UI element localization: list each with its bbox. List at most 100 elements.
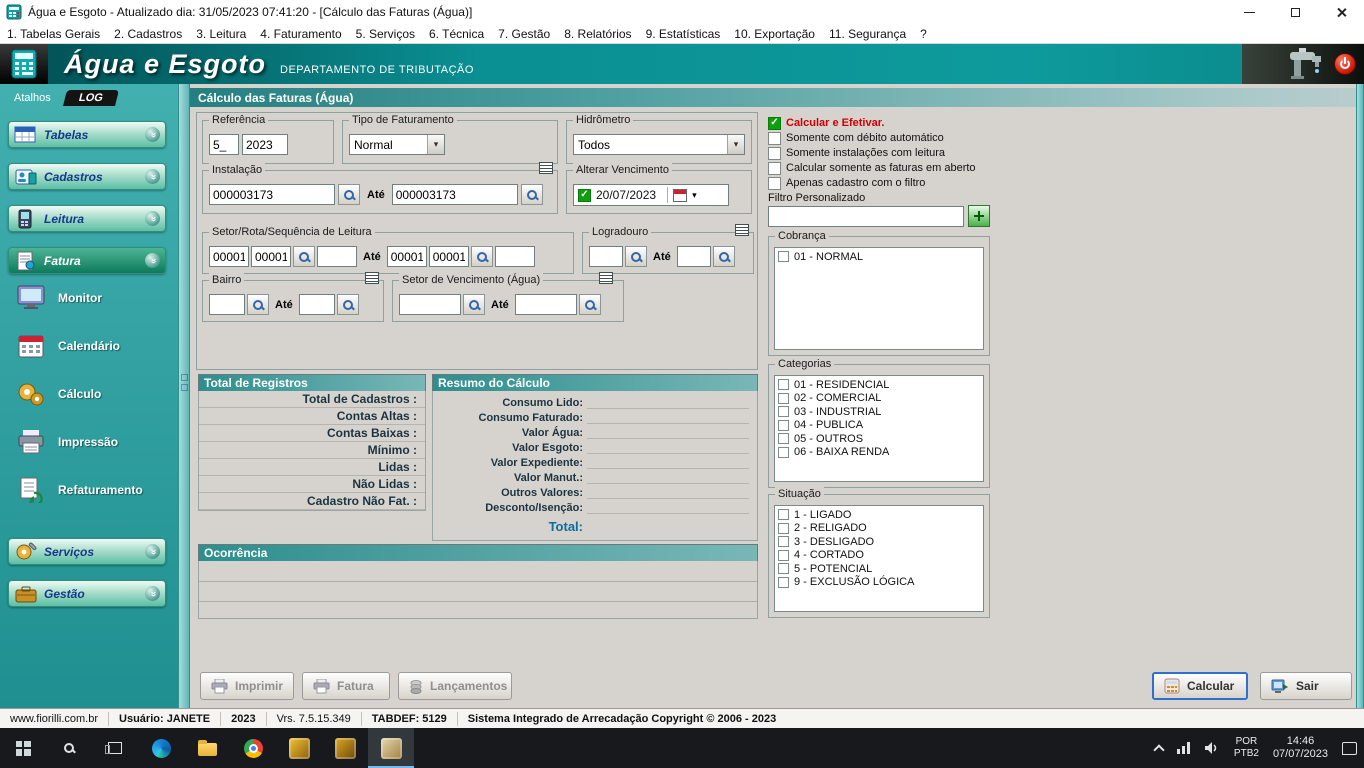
instalacao-from-input[interactable] [209,184,335,205]
maximize-button[interactable] [1272,0,1318,24]
taskbar-search-button[interactable] [46,728,92,768]
sidebar-item-tabelas[interactable]: Tabelas » [8,121,166,148]
search-button[interactable] [293,246,315,267]
option-calcular-efetivar[interactable]: ✓ Calcular e Efetivar. [768,116,884,130]
checkbox[interactable] [778,563,789,574]
setor-from-input[interactable] [209,246,249,267]
list-item[interactable]: 2 - RELIGADO [778,522,983,535]
option-instalacoes-leitura[interactable]: Somente instalações com leitura [768,146,945,160]
list-item[interactable]: 05 - OUTROS [778,432,983,445]
checkbox[interactable] [768,132,781,145]
checkbox[interactable] [778,523,789,534]
logradouro-from-input[interactable] [589,246,623,267]
network-button[interactable] [1170,728,1197,768]
list-item[interactable]: 06 - BAIXA RENDA [778,446,983,459]
filtro-personalizado-input[interactable] [768,206,964,227]
rota-from-input[interactable] [251,246,291,267]
sidebar-subitem-impressao[interactable]: Impressão [0,418,178,466]
sidebar-item-leitura[interactable]: Leitura » [8,205,166,232]
fiorilli-app-button-1[interactable] [276,728,322,768]
sequencia-from-input[interactable] [317,246,357,267]
search-button[interactable] [463,294,485,315]
list-item[interactable]: 3 - DESLIGADO [778,535,983,548]
search-button[interactable] [337,294,359,315]
option-debito-automatico[interactable]: Somente com débito automático [768,131,944,145]
action-center-button[interactable] [1335,728,1364,768]
fatura-button[interactable]: Fatura [302,672,390,700]
checkbox[interactable] [778,420,789,431]
chevron-up-icon[interactable]: » [145,253,160,268]
imprimir-button[interactable]: Imprimir [200,672,294,700]
menu-faturamento[interactable]: 4. Faturamento [253,27,348,41]
list-item[interactable]: 9 - EXCLUSÃO LÓGICA [778,576,983,589]
logradouro-to-input[interactable] [677,246,711,267]
referencia-year-input[interactable] [242,134,288,155]
list-item[interactable]: 01 - NORMAL [778,250,983,263]
tab-atalhos[interactable]: Atalhos [6,90,59,106]
menu-relatorios[interactable]: 8. Relatórios [557,27,638,41]
vencimento-date-picker[interactable]: ✓ 20/07/2023 ▾ [573,184,729,206]
sidebar-item-cadastros[interactable]: Cadastros » [8,163,166,190]
search-button[interactable] [247,294,269,315]
option-cadastro-filtro[interactable]: Apenas cadastro com o filtro [768,176,925,190]
option-faturas-aberto[interactable]: Calcular somente as faturas em aberto [768,161,976,175]
language-indicator[interactable]: PORPTB2 [1227,728,1266,768]
tipo-faturamento-select[interactable]: Normal ▾ [349,134,445,155]
sequencia-to-input[interactable] [495,246,535,267]
fiorilli-app-button-active[interactable] [368,728,414,768]
cobranca-listbox[interactable]: 01 - NORMAL [774,247,984,350]
chevron-down-icon[interactable]: » [145,127,160,142]
checkbox[interactable] [778,251,789,262]
minimize-button[interactable] [1226,0,1272,24]
instalacao-to-input[interactable] [392,184,518,205]
situacao-listbox[interactable]: 1 - LIGADO 2 - RELIGADO 3 - DESLIGADO 4 … [774,505,984,612]
checkbox[interactable] [778,433,789,444]
search-button[interactable] [579,294,601,315]
checkbox[interactable] [778,393,789,404]
list-item[interactable]: 5 - POTENCIAL [778,562,983,575]
menu-seguranca[interactable]: 11. Segurança [822,27,913,41]
checkbox[interactable] [778,406,789,417]
menu-tecnica[interactable]: 6. Técnica [422,27,491,41]
checkbox[interactable] [778,447,789,458]
search-button[interactable] [338,184,360,205]
referencia-month-input[interactable] [209,134,239,155]
list-item[interactable]: 01 - RESIDENCIAL [778,378,983,391]
vencimento-checkbox[interactable]: ✓ [578,189,591,202]
checkbox[interactable]: ✓ [768,117,781,130]
sidebar-subitem-calculo[interactable]: Cálculo [0,370,178,418]
menu-exportacao[interactable]: 10. Exportação [727,27,822,41]
list-item[interactable]: 04 - PUBLICA [778,419,983,432]
sidebar-item-fatura[interactable]: Fatura » [8,247,166,274]
setor-to-input[interactable] [387,246,427,267]
menu-cadastros[interactable]: 2. Cadastros [107,27,189,41]
clock[interactable]: 14:4607/07/2023 [1266,728,1335,768]
start-button[interactable] [0,728,46,768]
calcular-button[interactable]: Calcular [1152,672,1248,700]
search-button[interactable] [521,184,543,205]
categorias-listbox[interactable]: 01 - RESIDENCIAL 02 - COMERCIAL 03 - IND… [774,375,984,482]
sidebar-item-servicos[interactable]: Serviços » [8,538,166,565]
checkbox[interactable] [778,577,789,588]
task-view-button[interactable] [92,728,138,768]
menu-estatisticas[interactable]: 9. Estatísticas [639,27,728,41]
checkbox[interactable] [778,550,789,561]
power-button[interactable] [1334,53,1356,75]
list-item[interactable]: 4 - CORTADO [778,549,983,562]
checkbox[interactable] [768,162,781,175]
grid-list-icon[interactable] [365,272,379,284]
list-item[interactable]: 1 - LIGADO [778,508,983,521]
search-button[interactable] [625,246,647,267]
sidebar-subitem-calendario[interactable]: Calendário [0,322,178,370]
sair-button[interactable]: Sair [1260,672,1352,700]
sidebar-item-gestao[interactable]: Gestão » [8,580,166,607]
menu-tabelas-gerais[interactable]: 1. Tabelas Gerais [0,27,107,41]
sidebar-subitem-monitor[interactable]: Monitor [0,274,178,322]
menu-help[interactable]: ? [913,27,934,41]
menu-gestao[interactable]: 7. Gestão [491,27,557,41]
sidebar-subitem-refaturamento[interactable]: Refaturamento [0,466,178,514]
volume-button[interactable] [1197,728,1227,768]
file-explorer-button[interactable] [184,728,230,768]
grid-list-icon[interactable] [735,224,749,236]
list-item[interactable]: 03 - INDUSTRIAL [778,405,983,418]
